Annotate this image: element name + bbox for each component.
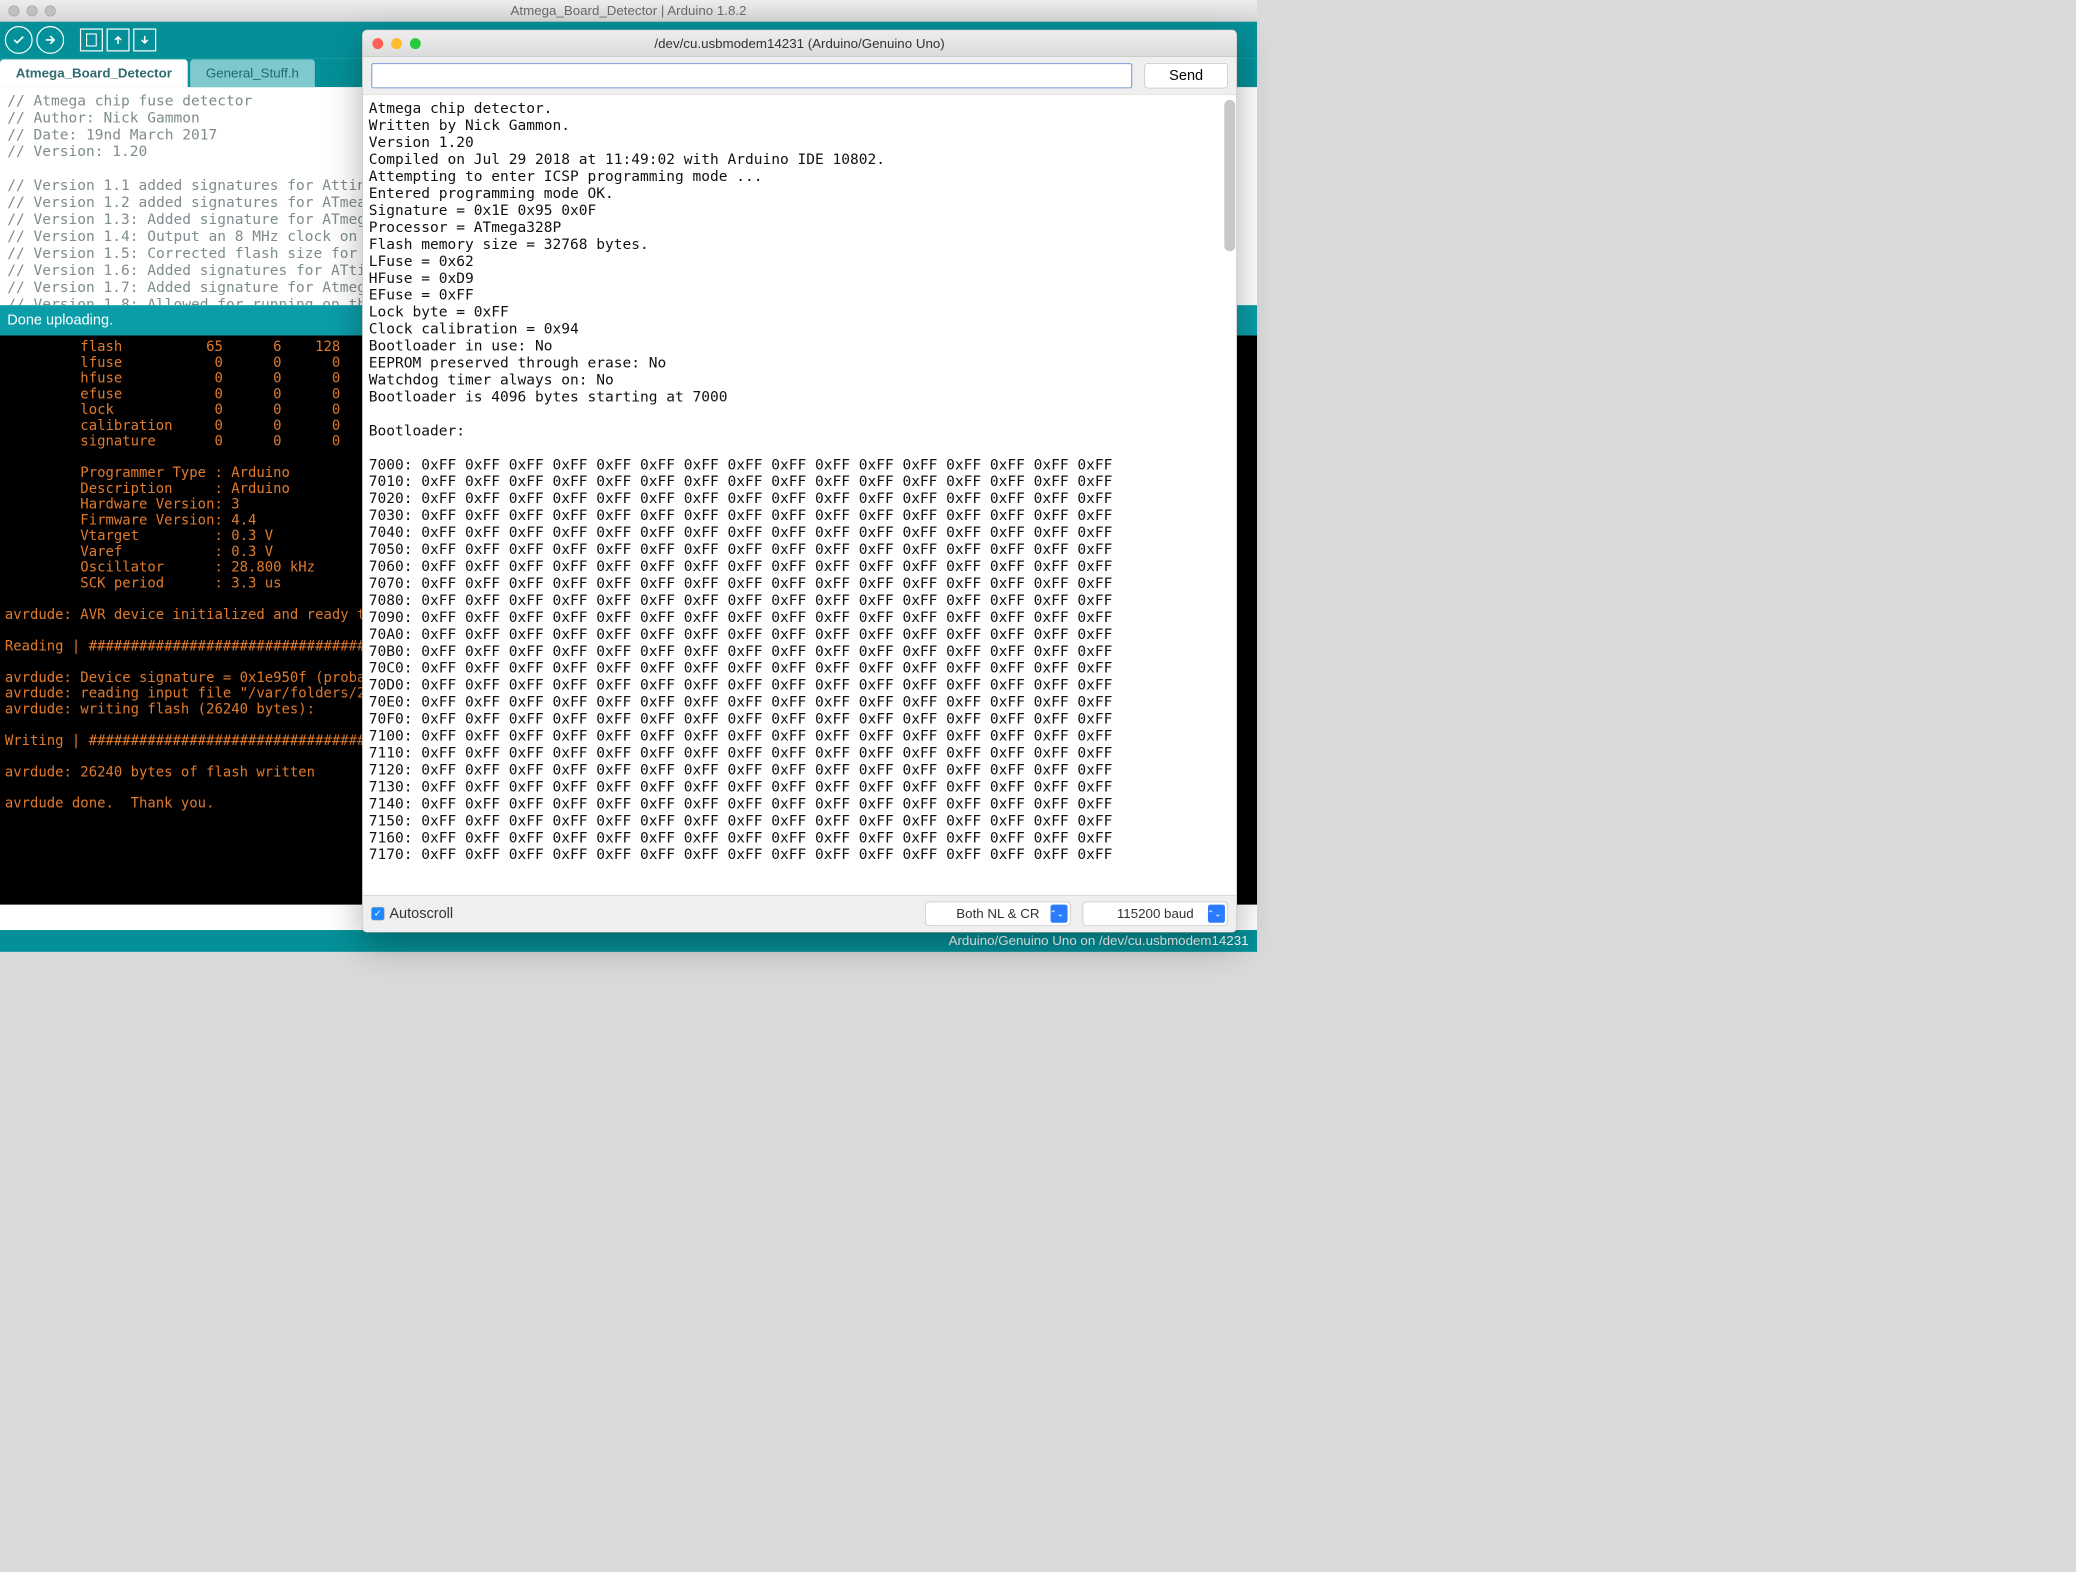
baud-rate-select[interactable]: 115200 baud ⌃⌄ <box>1083 902 1228 926</box>
serial-monitor-titlebar[interactable]: /dev/cu.usbmodem14231 (Arduino/Genuino U… <box>363 30 1237 57</box>
serial-monitor-window: /dev/cu.usbmodem14231 (Arduino/Genuino U… <box>362 30 1237 933</box>
autoscroll-label: Autoscroll <box>389 905 453 922</box>
board-port-label: Arduino/Genuino Uno on /dev/cu.usbmodem1… <box>949 933 1249 949</box>
autoscroll-toggle[interactable]: ✓ Autoscroll <box>371 905 453 922</box>
main-window-titlebar: Atmega_Board_Detector | Arduino 1.8.2 <box>0 0 1257 22</box>
line-ending-select[interactable]: Both NL & CR ⌃⌄ <box>925 902 1070 926</box>
open-button[interactable] <box>107 28 130 51</box>
chevron-updown-icon: ⌃⌄ <box>1207 909 1221 919</box>
serial-output[interactable]: Atmega chip detector. Written by Nick Ga… <box>363 95 1237 895</box>
checkbox-checked-icon: ✓ <box>371 907 384 920</box>
tab-atmega-board-detector[interactable]: Atmega_Board_Detector <box>0 59 188 87</box>
arrow-down-icon <box>139 34 151 46</box>
arrow-up-icon <box>112 34 124 46</box>
upload-button[interactable] <box>36 26 64 54</box>
serial-input-field[interactable] <box>371 63 1132 88</box>
tab-general-stuff-h[interactable]: General_Stuff.h <box>190 59 315 87</box>
arrow-right-icon <box>44 33 57 46</box>
ide-footer: Arduino/Genuino Uno on /dev/cu.usbmodem1… <box>0 930 1257 952</box>
check-icon <box>12 33 25 46</box>
save-button[interactable] <box>133 28 156 51</box>
serial-send-row: Send <box>363 57 1237 95</box>
file-icon <box>86 33 97 46</box>
serial-send-button[interactable]: Send <box>1144 63 1228 88</box>
baud-rate-value: 115200 baud <box>1117 906 1194 922</box>
serial-scrollbar[interactable] <box>1224 100 1235 251</box>
line-ending-value: Both NL & CR <box>956 906 1039 922</box>
verify-button[interactable] <box>5 26 33 54</box>
status-text: Done uploading. <box>7 312 113 329</box>
new-button[interactable] <box>80 28 103 51</box>
main-window-title: Atmega_Board_Detector | Arduino 1.8.2 <box>0 3 1257 19</box>
serial-window-title: /dev/cu.usbmodem14231 (Arduino/Genuino U… <box>363 35 1237 51</box>
serial-bottom-row: ✓ Autoscroll Both NL & CR ⌃⌄ 115200 baud… <box>363 895 1237 932</box>
chevron-updown-icon: ⌃⌄ <box>1050 909 1064 919</box>
